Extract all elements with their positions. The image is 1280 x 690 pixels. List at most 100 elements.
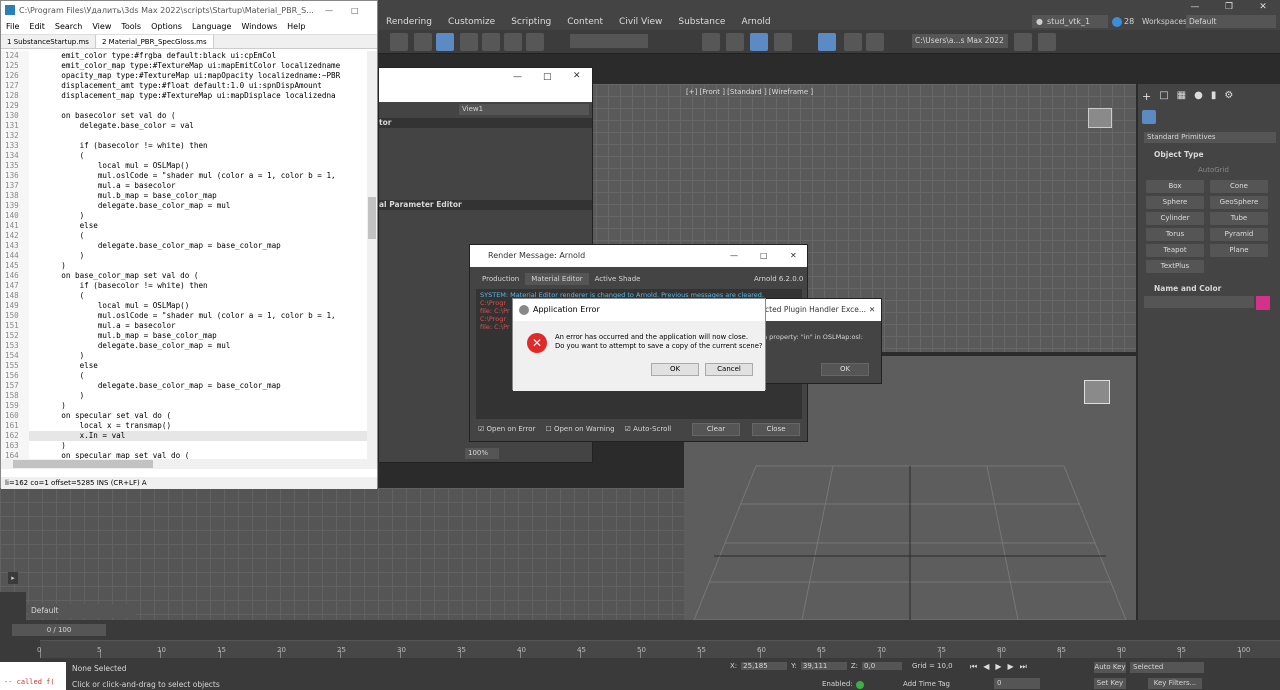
pyramid-button[interactable]: Pyramid bbox=[1210, 228, 1268, 241]
editor-menu-tools[interactable]: Tools bbox=[116, 19, 146, 34]
plane-button[interactable]: Plane bbox=[1210, 244, 1268, 257]
code-line[interactable]: 135 local mul = OSLMap() bbox=[1, 161, 367, 171]
viewport-layout-icon[interactable] bbox=[1038, 33, 1056, 51]
code-line[interactable]: 149 local mul = OSLMap() bbox=[1, 301, 367, 311]
previous-frame-icon[interactable]: ◀ bbox=[983, 662, 989, 672]
code-line[interactable]: 151 mul.a = basecolor bbox=[1, 321, 367, 331]
editor-vertical-scrollbar[interactable] bbox=[367, 51, 377, 459]
select-link-icon[interactable] bbox=[390, 33, 408, 51]
code-line[interactable]: 156 ( bbox=[1, 371, 367, 381]
cylinder-button[interactable]: Cylinder bbox=[1146, 212, 1204, 225]
maxscript-listener-mini[interactable]: -- called f( bbox=[0, 662, 66, 690]
menu-content[interactable]: Content bbox=[559, 14, 611, 30]
geosphere-button[interactable]: GeoSphere bbox=[1210, 196, 1268, 209]
ribbon-icon[interactable] bbox=[750, 33, 768, 51]
editor-minimize-icon[interactable]: — bbox=[325, 6, 333, 15]
code-line[interactable]: 157 delegate.base_color_map = base_color… bbox=[1, 381, 367, 391]
slate-close-icon[interactable]: ✕ bbox=[573, 71, 581, 81]
editor-menu-edit[interactable]: Edit bbox=[24, 19, 50, 34]
open-on-error-checkbox[interactable]: ☑ Open on Error bbox=[478, 425, 535, 433]
code-line[interactable]: 125 emit_color_map type:#TextureMap ui:m… bbox=[1, 61, 367, 71]
viewcube-perspective-icon[interactable] bbox=[1084, 380, 1110, 404]
tab-production[interactable]: Production bbox=[476, 273, 525, 285]
menu-rendering[interactable]: Rendering bbox=[378, 14, 440, 30]
sphere-button[interactable]: Sphere bbox=[1146, 196, 1204, 209]
code-line[interactable]: 139 delegate.base_color_map = mul bbox=[1, 201, 367, 211]
slate-minimize-icon[interactable]: — bbox=[513, 72, 522, 82]
app-error-cancel-button[interactable]: Cancel bbox=[705, 363, 753, 376]
code-line[interactable]: 150 mul.oslCode = "shader mul (color a =… bbox=[1, 311, 367, 321]
named-selection-dropdown[interactable] bbox=[570, 34, 648, 48]
track-bar[interactable] bbox=[40, 640, 1280, 658]
schematic-icon[interactable] bbox=[818, 33, 836, 51]
editor-menu-view[interactable]: View bbox=[87, 19, 116, 34]
clear-button[interactable]: Clear bbox=[692, 423, 740, 436]
code-line[interactable]: 154 ) bbox=[1, 351, 367, 361]
cone-button[interactable]: Cone bbox=[1210, 180, 1268, 193]
editor-menu-windows[interactable]: Windows bbox=[236, 19, 282, 34]
restore-icon[interactable]: ❐ bbox=[1212, 0, 1246, 14]
percent-snap-icon[interactable] bbox=[504, 33, 522, 51]
code-line[interactable]: 160 on specular set val do ( bbox=[1, 411, 367, 421]
code-line[interactable]: 161 local x = transmap() bbox=[1, 421, 367, 431]
code-line[interactable]: 152 mul.b_map = base_color_map bbox=[1, 331, 367, 341]
viewport-left[interactable] bbox=[0, 488, 684, 620]
code-line[interactable]: 127 displacement_amt type:#float default… bbox=[1, 81, 367, 91]
menu-arnold[interactable]: Arnold bbox=[733, 14, 778, 30]
set-key-button[interactable]: Set Key bbox=[1094, 678, 1126, 689]
code-line[interactable]: 128 displacement_map type:#TextureMap ui… bbox=[1, 91, 367, 101]
torus-button[interactable]: Torus bbox=[1146, 228, 1204, 241]
menu-civil-view[interactable]: Civil View bbox=[611, 14, 670, 30]
add-time-tag-button[interactable]: Add Time Tag bbox=[903, 680, 950, 688]
code-line[interactable]: 138 mul.b_map = base_color_map bbox=[1, 191, 367, 201]
object-type-header[interactable]: Object Type bbox=[1154, 150, 1204, 159]
close-icon[interactable]: ✕ bbox=[1246, 0, 1280, 14]
code-line[interactable]: 164 on specular_map set val do ( bbox=[1, 451, 367, 459]
scene-explorer-icon[interactable] bbox=[702, 33, 720, 51]
geometry-icon[interactable] bbox=[1142, 110, 1156, 124]
code-line[interactable]: 146 on base_color_map set val do ( bbox=[1, 271, 367, 281]
menu-customize[interactable]: Customize bbox=[440, 14, 503, 30]
go-to-start-icon[interactable]: ⏮ bbox=[970, 662, 977, 672]
material-editor-icon[interactable] bbox=[844, 33, 862, 51]
box-button[interactable]: Box bbox=[1146, 180, 1204, 193]
layer-explorer-icon[interactable] bbox=[726, 33, 744, 51]
render-setup-icon[interactable] bbox=[866, 33, 884, 51]
code-line[interactable]: 145 ) bbox=[1, 261, 367, 271]
code-line[interactable]: 126 opacity_map type:#TextureMap ui:mapO… bbox=[1, 71, 367, 81]
code-line[interactable]: 129 bbox=[1, 101, 367, 111]
create-tab-icon[interactable]: + bbox=[1142, 90, 1151, 104]
code-line[interactable]: 144 ) bbox=[1, 251, 367, 261]
current-frame-field[interactable]: 0 bbox=[994, 678, 1040, 689]
hierarchy-tab-icon[interactable]: ▦ bbox=[1177, 90, 1186, 104]
modify-tab-icon[interactable]: □ bbox=[1159, 90, 1168, 104]
code-line[interactable]: 130 on basecolor set val do ( bbox=[1, 111, 367, 121]
render-message-close-icon[interactable]: ✕ bbox=[790, 245, 797, 267]
editor-horizontal-scrollbar[interactable] bbox=[1, 459, 377, 469]
z-field[interactable]: 0,0 bbox=[862, 662, 903, 670]
code-line[interactable]: 131 delegate.base_color = val bbox=[1, 121, 367, 131]
code-line[interactable]: 133 if (basecolor != white) then bbox=[1, 141, 367, 151]
object-name-input[interactable] bbox=[1144, 296, 1254, 308]
time-slider[interactable]: 0 / 100 bbox=[12, 624, 106, 636]
code-line[interactable]: 162 x.In = val bbox=[1, 431, 367, 441]
viewport-layout-tab[interactable] bbox=[0, 592, 26, 620]
viewcube-icon[interactable] bbox=[1088, 108, 1112, 128]
code-line[interactable]: 140 ) bbox=[1, 211, 367, 221]
next-frame-icon[interactable]: ▶ bbox=[1008, 662, 1014, 672]
rotate-icon[interactable] bbox=[436, 33, 454, 51]
code-line[interactable]: 155 else bbox=[1, 361, 367, 371]
notifications-button[interactable]: 28 bbox=[1112, 15, 1136, 28]
slate-view-dropdown[interactable]: View1 bbox=[459, 104, 589, 115]
code-line[interactable]: 153 delegate.base_color_map = mul bbox=[1, 341, 367, 351]
snap-angle-icon[interactable] bbox=[482, 33, 500, 51]
key-filters-button[interactable]: Key Filters... bbox=[1148, 678, 1202, 689]
code-line[interactable]: 159 ) bbox=[1, 401, 367, 411]
key-set-dropdown[interactable]: Selected bbox=[1130, 662, 1204, 673]
editor-menu-help[interactable]: Help bbox=[282, 19, 310, 34]
render-message-maximize-icon[interactable]: □ bbox=[760, 245, 768, 267]
editor-tab-substance-startup[interactable]: 1 SubstanceStartup.ms bbox=[1, 35, 96, 48]
auto-scroll-checkbox[interactable]: ☑ Auto-Scroll bbox=[625, 425, 672, 433]
plugin-dialog-close-icon[interactable]: ✕ bbox=[869, 299, 875, 321]
name-color-header[interactable]: Name and Color bbox=[1154, 284, 1221, 293]
